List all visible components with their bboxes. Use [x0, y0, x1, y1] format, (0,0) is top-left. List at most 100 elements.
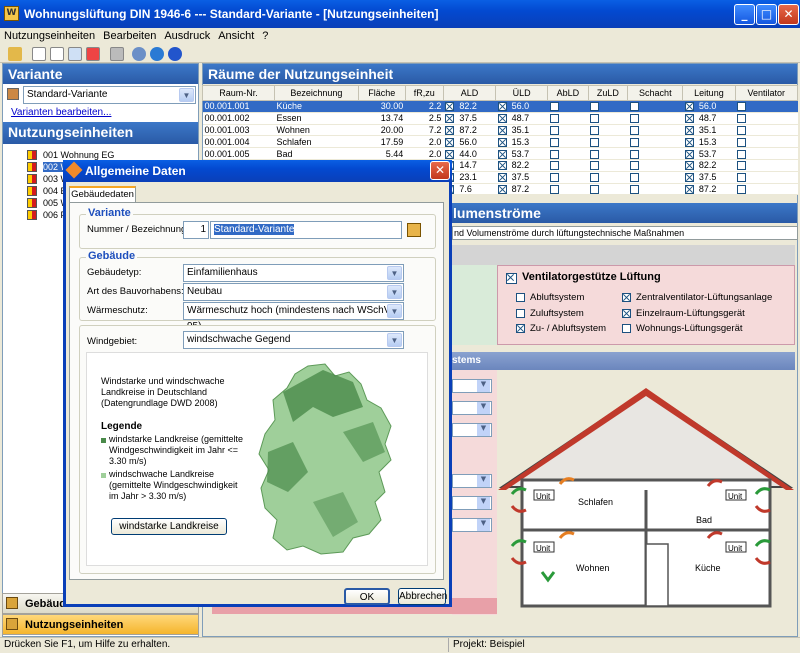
cell-checkbox[interactable] [497, 161, 507, 171]
cell-checkbox[interactable] [684, 137, 694, 147]
menu-bearbeiten[interactable]: Bearbeiten [99, 28, 160, 42]
cell-checkbox[interactable] [629, 137, 639, 147]
cell-checkbox[interactable] [737, 149, 747, 159]
column-header[interactable]: ÜLD [495, 85, 549, 101]
cell-checkbox[interactable] [549, 126, 559, 136]
cell-checkbox[interactable] [590, 173, 600, 183]
cell-checkbox[interactable] [445, 114, 455, 124]
cell-checkbox[interactable] [684, 126, 694, 136]
bezeichnung-input[interactable]: Standard-Variante [210, 221, 402, 239]
cell-checkbox[interactable] [549, 114, 559, 124]
cell-checkbox[interactable] [629, 126, 639, 136]
gebaeudetyp-select[interactable]: Einfamilienhaus ▼ [183, 264, 404, 282]
cell-checkbox[interactable] [445, 126, 455, 136]
menu-nutzungseinheiten[interactable]: Nutzungseinheiten [0, 28, 99, 42]
column-header[interactable]: Bezeichnung [274, 85, 359, 101]
minimize-button[interactable]: _ [734, 4, 755, 25]
cell-checkbox[interactable] [590, 102, 600, 112]
globe-icon[interactable] [150, 47, 164, 61]
cell-checkbox[interactable] [684, 114, 694, 124]
table-row[interactable]: 00.001.004 Schlafen 17.59 2.0 56.0 15.3 15.3 [202, 135, 798, 149]
cell-checkbox[interactable] [497, 137, 507, 147]
cell-checkbox[interactable] [684, 102, 694, 112]
nummer-input[interactable]: 1 [183, 221, 209, 239]
menu-ausdruck[interactable]: Ausdruck [160, 28, 214, 42]
cell-checkbox[interactable] [684, 185, 694, 195]
ventilator-checkbox[interactable] [506, 273, 517, 284]
cell-checkbox[interactable] [590, 137, 600, 147]
search-icon[interactable] [132, 47, 146, 61]
table-row[interactable]: 00.001.001 Küche 30.00 2.2 82.2 56.0 56.0 [202, 100, 798, 113]
zuabluft-checkbox[interactable] [516, 323, 525, 333]
cell-checkbox[interactable] [497, 185, 507, 195]
cell-checkbox[interactable] [590, 161, 600, 171]
cell-checkbox[interactable] [629, 185, 639, 195]
nav-nutzung-button[interactable]: Nutzungseinheiten [2, 614, 199, 635]
variante-select[interactable]: Standard-Variante ▼ [23, 86, 196, 104]
cell-checkbox[interactable] [629, 114, 639, 124]
close-button[interactable]: ✕ [778, 4, 799, 25]
cell-checkbox[interactable] [497, 126, 507, 136]
open-icon[interactable] [8, 47, 22, 61]
column-header[interactable]: Schacht [627, 85, 684, 101]
maximize-button[interactable]: □ [756, 4, 777, 25]
column-header[interactable]: Raum-Nr. [202, 85, 275, 101]
windstarke-landkreise-button[interactable]: windstarke Landkreise [111, 518, 227, 535]
cell-checkbox[interactable] [737, 185, 747, 195]
system-select-1[interactable]: ▼ [452, 379, 492, 393]
ok-button[interactable]: OK [344, 588, 390, 605]
wohnungs-checkbox[interactable] [622, 323, 631, 333]
cell-checkbox[interactable] [549, 161, 559, 171]
varianten-bearbeiten-link[interactable]: Varianten bearbeiten... [11, 107, 111, 118]
zuluft-checkbox[interactable] [516, 308, 525, 318]
column-header[interactable]: ZuLD [587, 85, 629, 101]
cell-checkbox[interactable] [629, 161, 639, 171]
edit-icon[interactable] [407, 223, 421, 237]
new-icon[interactable] [32, 47, 46, 61]
column-header[interactable]: Leitung [682, 85, 736, 101]
cell-checkbox[interactable] [549, 185, 559, 195]
cell-checkbox[interactable] [445, 137, 455, 147]
cell-checkbox[interactable] [497, 114, 507, 124]
zentral-checkbox[interactable] [622, 292, 631, 302]
delete-icon[interactable] [86, 47, 100, 61]
dialog-close-button[interactable]: ✕ [430, 161, 450, 180]
cell-checkbox[interactable] [737, 126, 747, 136]
column-header[interactable]: Ventilator [734, 85, 799, 101]
cell-checkbox[interactable] [549, 102, 559, 112]
cell-checkbox[interactable] [549, 149, 559, 159]
system-select-2[interactable]: ▼ [452, 401, 492, 415]
cell-checkbox[interactable] [497, 173, 507, 183]
table-row[interactable]: 00.001.002 Essen 13.74 2.5 37.5 48.7 48.7 [202, 112, 798, 125]
cell-checkbox[interactable] [497, 102, 507, 112]
cell-checkbox[interactable] [684, 161, 694, 171]
cell-checkbox[interactable] [590, 114, 600, 124]
menu-help[interactable]: ? [258, 28, 272, 42]
menu-ansicht[interactable]: Ansicht [214, 28, 258, 42]
einzelraum-checkbox[interactable] [622, 308, 631, 318]
cell-checkbox[interactable] [590, 185, 600, 195]
cell-checkbox[interactable] [629, 149, 639, 159]
cell-checkbox[interactable] [737, 161, 747, 171]
cell-checkbox[interactable] [590, 126, 600, 136]
column-header[interactable]: AbLD [547, 85, 589, 101]
bauvorhaben-select[interactable]: Neubau ▼ [183, 283, 404, 301]
duplicate-icon[interactable] [68, 47, 82, 61]
copy-icon[interactable] [50, 47, 64, 61]
cell-checkbox[interactable] [549, 173, 559, 183]
tab-gebaeudedaten[interactable]: Gebäudedaten [69, 186, 136, 202]
tab-volumen[interactable]: nd Volumenströme durch lüftungstechnisch… [452, 226, 798, 240]
abluft-checkbox[interactable] [516, 292, 525, 302]
windgebiet-select[interactable]: windschwache Gegend ▼ [183, 331, 404, 349]
cell-checkbox[interactable] [629, 102, 639, 112]
column-header[interactable]: ALD [442, 85, 497, 101]
system-select-5[interactable]: ▼ [452, 496, 492, 510]
cell-checkbox[interactable] [549, 137, 559, 147]
column-header[interactable]: Fläche [357, 85, 406, 101]
system-select-4[interactable]: ▼ [452, 474, 492, 488]
cell-checkbox[interactable] [590, 149, 600, 159]
cell-checkbox[interactable] [445, 102, 455, 112]
cell-checkbox[interactable] [684, 149, 694, 159]
print-icon[interactable] [110, 47, 124, 61]
cell-checkbox[interactable] [629, 173, 639, 183]
